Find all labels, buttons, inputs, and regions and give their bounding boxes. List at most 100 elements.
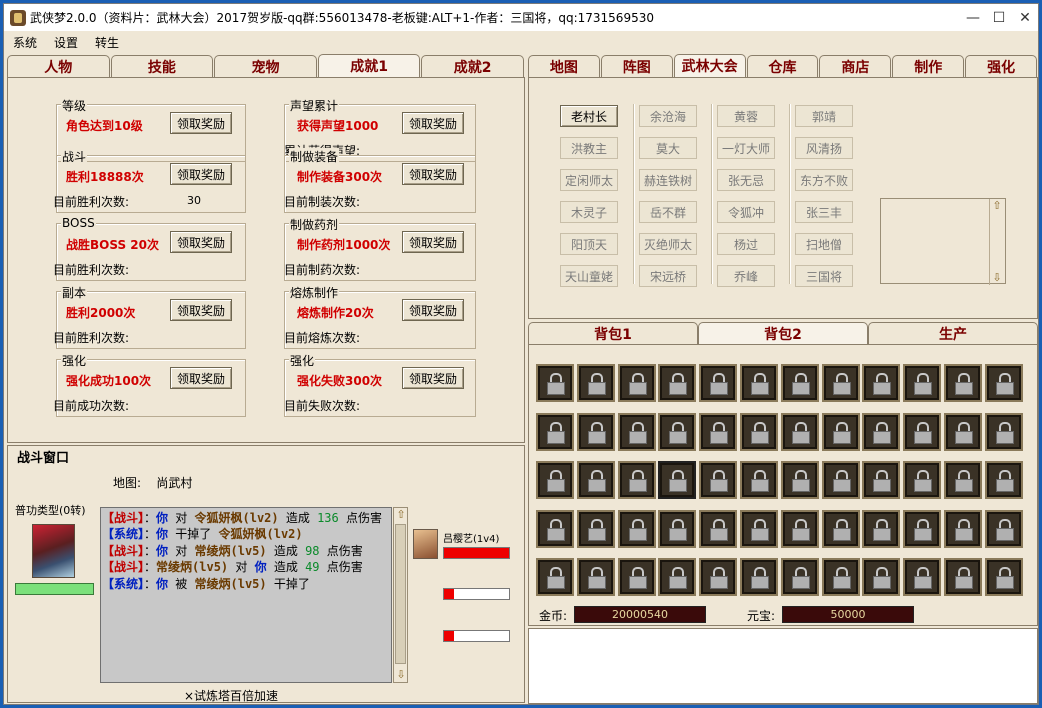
bag-slot[interactable] <box>576 364 615 402</box>
claim-reward-button[interactable]: 领取奖励 <box>170 299 232 321</box>
bag-slot[interactable] <box>944 558 982 596</box>
bag-slot[interactable] <box>944 364 982 402</box>
claim-reward-button[interactable]: 领取奖励 <box>170 163 232 185</box>
bag-slot[interactable] <box>658 509 697 548</box>
bag-slot[interactable] <box>536 461 574 499</box>
close-icon[interactable]: ✕ <box>1012 4 1038 31</box>
tab-achievements-1[interactable]: 成就1 <box>317 54 421 77</box>
bag-slot[interactable] <box>658 558 697 596</box>
scroll-up-icon[interactable]: ⇧ <box>991 199 1003 213</box>
bag-slot[interactable] <box>862 461 901 499</box>
bag-slot[interactable] <box>780 558 819 596</box>
npc-button[interactable]: 木灵子 <box>560 201 618 223</box>
bag-slot[interactable] <box>536 558 574 596</box>
npc-button[interactable]: 天山童姥 <box>560 265 618 287</box>
npc-button[interactable]: 张无忌 <box>717 169 775 191</box>
menu-system[interactable]: 系统 <box>4 34 45 51</box>
npc-button[interactable]: 杨过 <box>717 233 775 255</box>
bag-slot[interactable] <box>740 461 778 499</box>
bag-slot[interactable] <box>699 461 738 499</box>
bag-slot[interactable] <box>984 412 1023 451</box>
npc-button[interactable]: 黄蓉 <box>717 105 775 127</box>
tab-shop[interactable]: 商店 <box>819 55 892 77</box>
bag-slot[interactable] <box>617 364 656 402</box>
scroll-down-icon[interactable]: ⇩ <box>395 668 407 682</box>
bag-slot[interactable] <box>821 412 860 451</box>
claim-reward-button[interactable]: 领取奖励 <box>402 231 464 253</box>
tab-map[interactable]: 地图 <box>528 55 600 77</box>
tab-skills[interactable]: 技能 <box>110 55 214 77</box>
tab-production[interactable]: 生产 <box>868 322 1038 344</box>
scroll-down-icon[interactable]: ⇩ <box>991 271 1003 285</box>
trial-tower-speedup[interactable]: ×试炼塔百倍加速 <box>184 687 278 704</box>
tab-craft[interactable]: 制作 <box>892 55 965 77</box>
player-portrait[interactable] <box>32 524 75 578</box>
tab-enhance[interactable]: 强化 <box>965 55 1038 77</box>
maximize-icon[interactable]: ☐ <box>986 4 1012 31</box>
bag-slot[interactable] <box>821 364 860 402</box>
bag-slot[interactable] <box>984 364 1023 402</box>
menu-settings[interactable]: 设置 <box>45 34 86 51</box>
tab-warehouse[interactable]: 仓库 <box>746 55 819 77</box>
claim-reward-button[interactable]: 领取奖励 <box>170 231 232 253</box>
bag-slot[interactable] <box>903 461 942 499</box>
bag-slot[interactable] <box>944 509 982 548</box>
bag-slot[interactable] <box>903 364 942 402</box>
npc-button[interactable]: 张三丰 <box>795 201 853 223</box>
tab-bag-2[interactable]: 背包2 <box>698 322 868 344</box>
npc-button[interactable]: 灭绝师太 <box>639 233 697 255</box>
bag-slot[interactable] <box>821 461 860 499</box>
bag-slot[interactable] <box>984 509 1023 548</box>
bag-slot[interactable] <box>658 364 697 402</box>
npc-button[interactable]: 岳不群 <box>639 201 697 223</box>
bag-slot[interactable] <box>903 509 942 548</box>
bag-slot[interactable] <box>536 509 574 548</box>
tab-achievements-2[interactable]: 成就2 <box>421 55 524 77</box>
bag-slot[interactable] <box>780 364 819 402</box>
npc-button[interactable]: 扫地僧 <box>795 233 853 255</box>
bag-slot[interactable] <box>699 558 738 596</box>
claim-reward-button[interactable]: 领取奖励 <box>402 112 464 134</box>
claim-reward-button[interactable]: 领取奖励 <box>170 112 232 134</box>
npc-button[interactable]: 风清扬 <box>795 137 853 159</box>
bag-slot[interactable] <box>862 558 901 596</box>
battle-log-scrollbar[interactable]: ⇧ ⇩ <box>393 507 408 683</box>
bag-slot[interactable] <box>699 509 738 548</box>
npc-button[interactable]: 老村长 <box>560 105 618 127</box>
bag-slot[interactable] <box>658 461 697 499</box>
npc-button[interactable]: 洪教主 <box>560 137 618 159</box>
bag-slot[interactable] <box>862 364 901 402</box>
npc-button[interactable]: 郭靖 <box>795 105 853 127</box>
bag-slot[interactable] <box>780 461 819 499</box>
npc-button[interactable]: 三国将 <box>795 265 853 287</box>
bag-slot[interactable] <box>617 558 656 596</box>
bag-slot[interactable] <box>658 412 697 451</box>
scroll-thumb[interactable] <box>395 524 406 664</box>
tab-character[interactable]: 人物 <box>7 55 110 77</box>
bag-slot[interactable] <box>576 461 615 499</box>
bag-slot[interactable] <box>821 558 860 596</box>
bag-slot[interactable] <box>536 364 574 402</box>
bag-slot[interactable] <box>944 412 982 451</box>
npc-button[interactable]: 余沧海 <box>639 105 697 127</box>
bag-slot[interactable] <box>984 558 1023 596</box>
bag-slot[interactable] <box>617 412 656 451</box>
bag-slot[interactable] <box>862 412 901 451</box>
scroll-up-icon[interactable]: ⇧ <box>395 508 407 522</box>
bag-slot[interactable] <box>617 509 656 548</box>
bag-slot[interactable] <box>699 364 738 402</box>
bag-slot[interactable] <box>740 558 778 596</box>
minimize-icon[interactable]: — <box>960 4 986 31</box>
tab-wulin-conference[interactable]: 武林大会 <box>673 54 746 77</box>
npc-button[interactable]: 令狐冲 <box>717 201 775 223</box>
info-scrollbar[interactable]: ⇧ ⇩ <box>989 199 1004 285</box>
claim-reward-button[interactable]: 领取奖励 <box>402 367 464 389</box>
npc-button[interactable]: 东方不败 <box>795 169 853 191</box>
npc-button[interactable]: 莫大 <box>639 137 697 159</box>
claim-reward-button[interactable]: 领取奖励 <box>402 299 464 321</box>
npc-button[interactable]: 一灯大师 <box>717 137 775 159</box>
bag-slot[interactable] <box>699 412 738 451</box>
npc-button[interactable]: 定闲师太 <box>560 169 618 191</box>
bag-slot[interactable] <box>740 509 778 548</box>
tab-formation[interactable]: 阵图 <box>600 55 673 77</box>
